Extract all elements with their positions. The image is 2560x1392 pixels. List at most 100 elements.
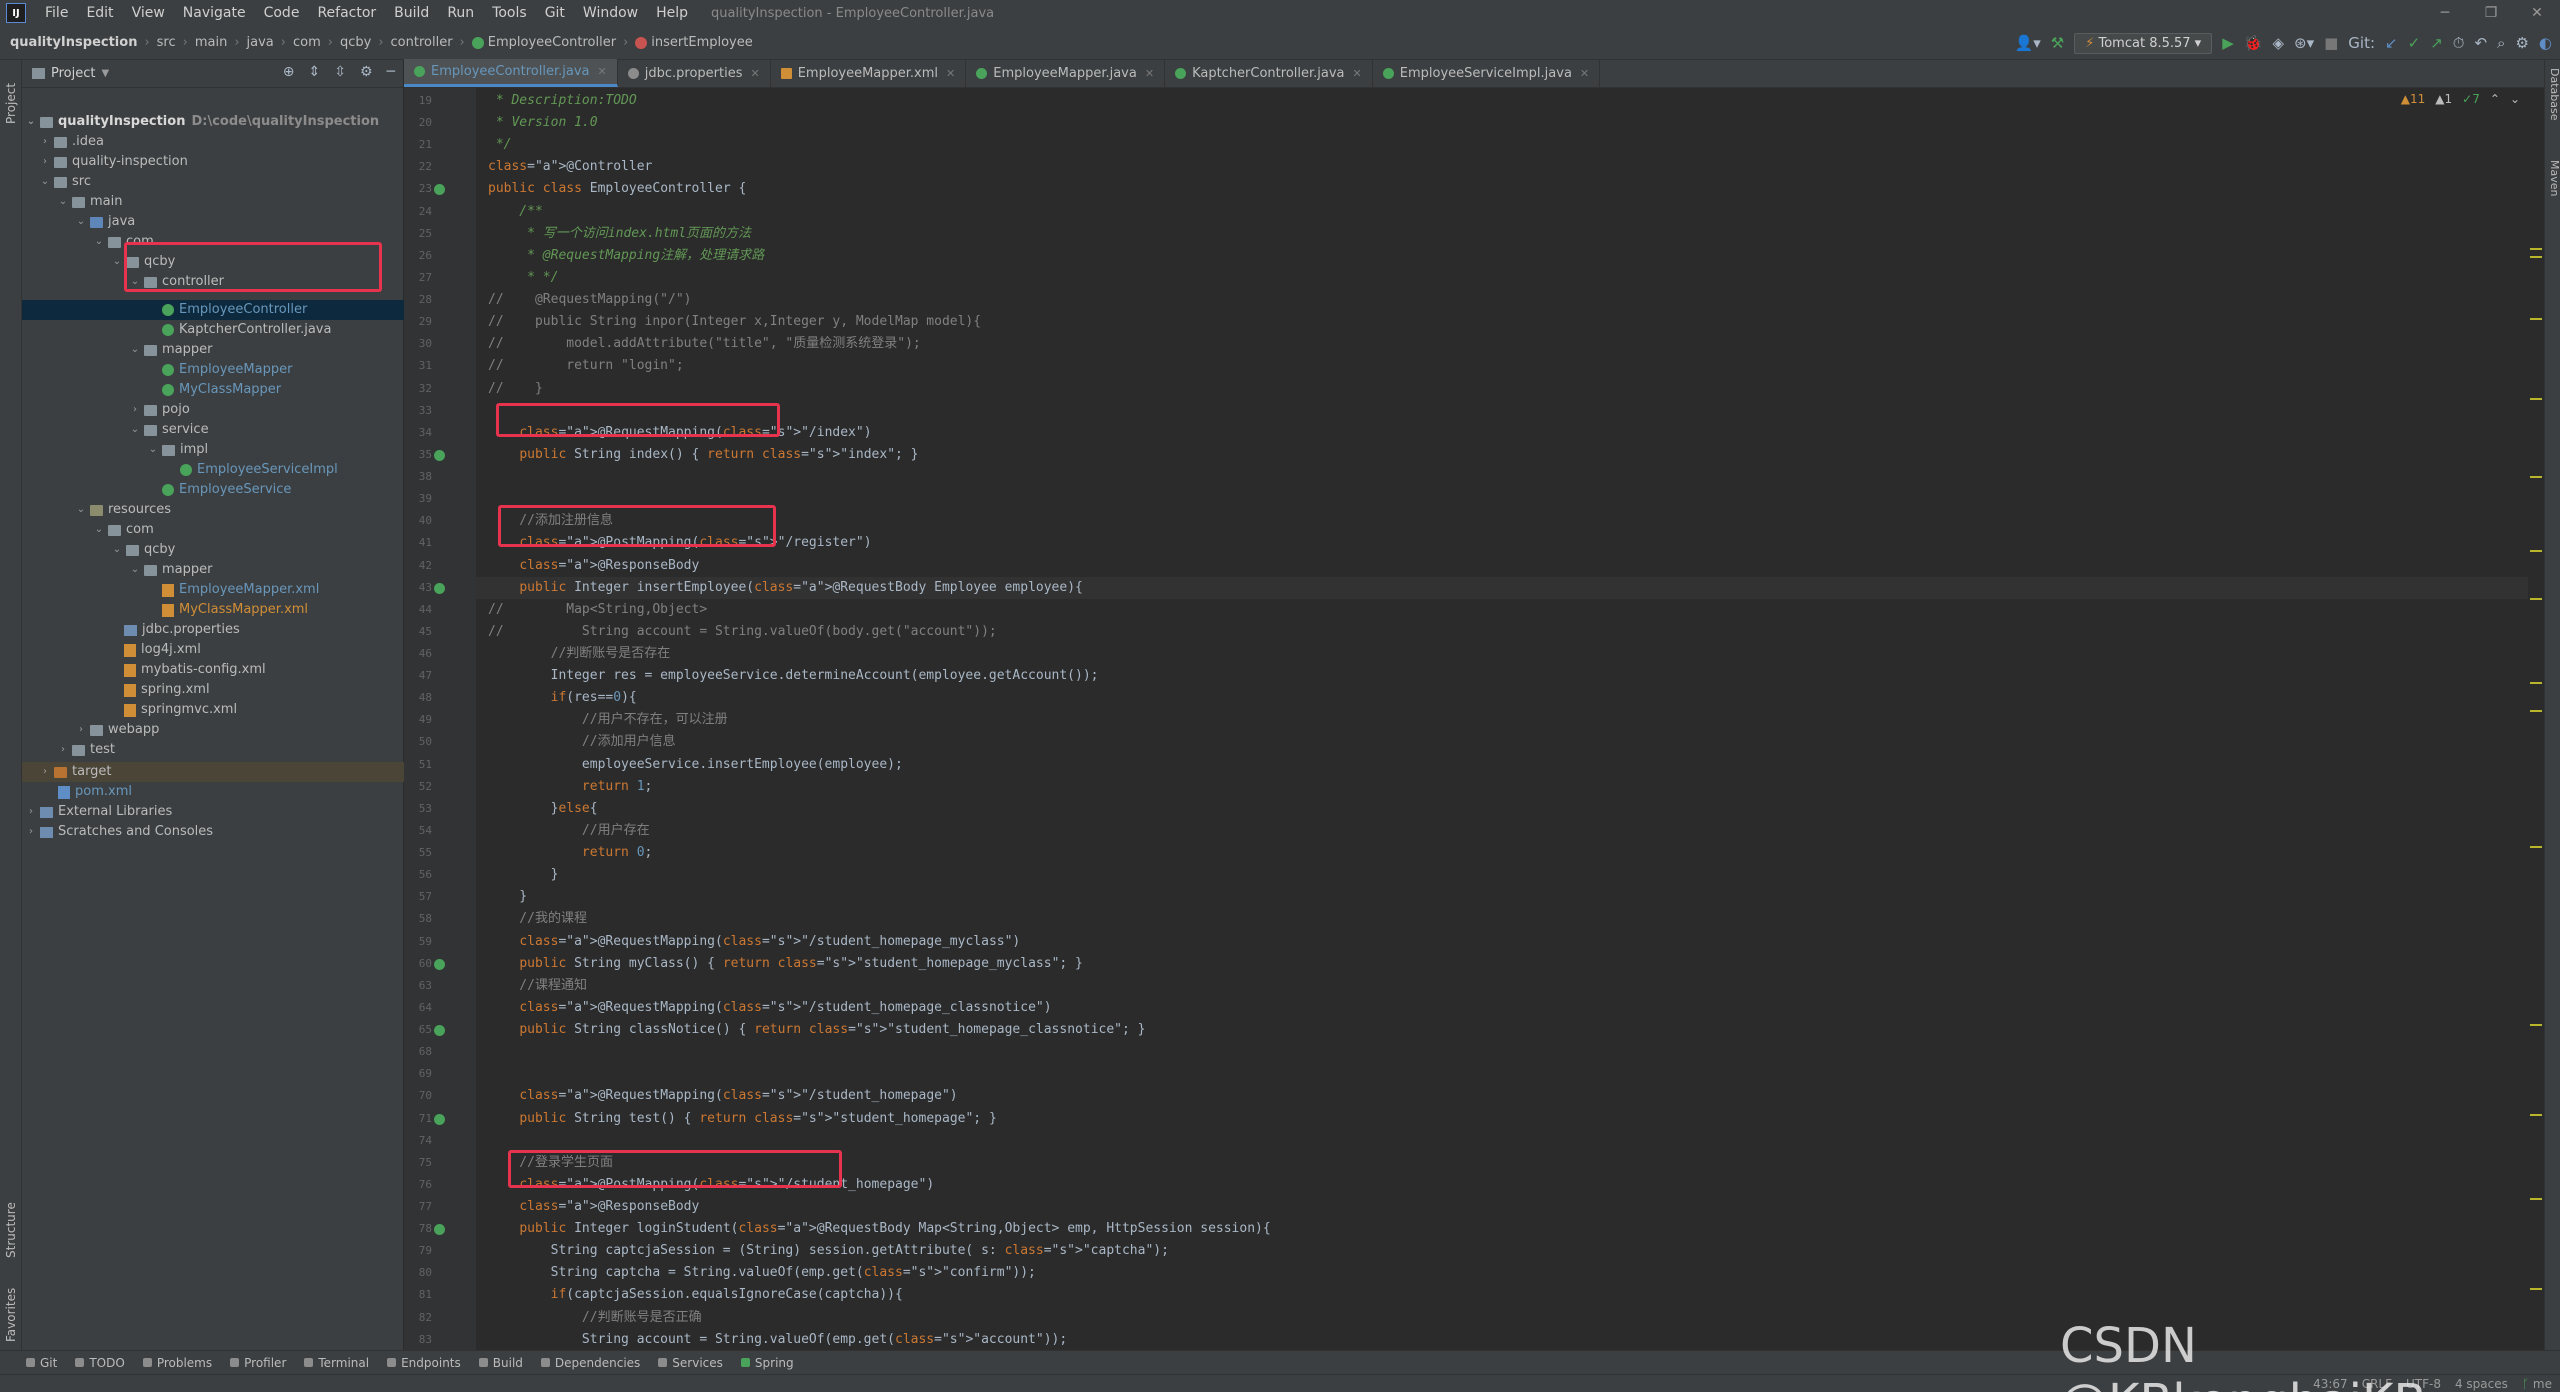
code-line[interactable]: return 1; — [488, 776, 652, 798]
expand-all-icon[interactable]: ⇕ — [309, 64, 321, 80]
hide-icon[interactable]: ─ — [387, 64, 395, 80]
tree-node-employee-mapper-xml[interactable]: EmployeeMapper.xml — [160, 580, 319, 600]
tab-kaptcher-controller[interactable]: KaptcherController.java ✕ — [1165, 59, 1373, 87]
code-line[interactable]: // public String inpor(Integer x,Integer… — [488, 311, 981, 333]
code-line[interactable]: // } — [488, 378, 543, 400]
spring-bean-gutter-icon[interactable] — [434, 1025, 445, 1037]
code-line[interactable]: employeeService.insertEmployee(employee)… — [488, 754, 903, 776]
user-icon[interactable]: 👤▾ — [2015, 34, 2041, 52]
tree-node-myclass-mapper-xml[interactable]: MyClassMapper.xml — [160, 600, 308, 620]
code-line[interactable]: class="a">@ResponseBody — [488, 555, 699, 577]
tree-node-resources[interactable]: ⌄ resources — [74, 500, 171, 520]
code-line[interactable]: class="a">@RequestMapping(class="s">"/st… — [488, 997, 1051, 1019]
code-line[interactable]: } — [488, 864, 559, 886]
tool-tab-structure[interactable]: Structure — [2, 1190, 20, 1270]
spring-bean-gutter-icon[interactable] — [434, 449, 445, 461]
stop-icon[interactable]: ■ — [2324, 34, 2338, 52]
spring-bean-gutter-icon[interactable] — [434, 1113, 445, 1125]
tree-node-scratches[interactable]: › Scratches and Consoles — [24, 822, 213, 842]
breadcrumb-java[interactable]: java — [247, 35, 274, 50]
tree-node-mybatis-config[interactable]: mybatis-config.xml — [122, 660, 266, 680]
tree-node-springmvc-xml[interactable]: springmvc.xml — [122, 700, 237, 720]
tree-node-test[interactable]: › test — [56, 740, 115, 760]
tree-node-src[interactable]: ⌄ src — [38, 172, 91, 192]
breadcrumb-main[interactable]: main — [195, 35, 227, 50]
tree-node-pojo[interactable]: › pojo — [128, 400, 190, 420]
tree-node-jdbc-properties[interactable]: jdbc.properties — [122, 620, 240, 640]
breadcrumb-qcby[interactable]: qcby — [340, 35, 371, 50]
tree-node-external-libraries[interactable]: › External Libraries — [24, 802, 172, 822]
settings-gear-icon[interactable]: ⚙ — [2515, 34, 2528, 52]
menu-view[interactable]: View — [123, 5, 174, 21]
tool-tab-maven[interactable]: Maven — [2545, 160, 2560, 220]
tree-node-spring-xml[interactable]: spring.xml — [122, 680, 210, 700]
git-push-icon[interactable]: ↗ — [2430, 34, 2443, 52]
code-line[interactable]: //课程通知 — [488, 975, 587, 997]
menu-tools[interactable]: Tools — [483, 5, 536, 21]
breadcrumb-class[interactable]: EmployeeController — [488, 35, 616, 50]
tree-node-java[interactable]: ⌄ java — [74, 212, 135, 232]
code-line[interactable]: public String classNotice() { return cla… — [488, 1019, 1145, 1041]
code-line[interactable]: * @RequestMapping注解，处理请求路 — [488, 245, 764, 267]
menu-build[interactable]: Build — [385, 5, 438, 21]
tab-employee-service-impl[interactable]: EmployeeServiceImpl.java ✕ — [1373, 59, 1601, 87]
tree-node-pom[interactable]: pom.xml — [56, 782, 132, 802]
code-line[interactable]: class="a">@RequestMapping(class="s">"/st… — [488, 1085, 957, 1107]
error-stripe[interactable] — [2528, 88, 2544, 1350]
code-line[interactable]: // @RequestMapping("/") — [488, 289, 692, 311]
chevron-down-icon[interactable]: ▼ — [101, 68, 109, 79]
search-icon[interactable]: ⌕ — [2497, 34, 2505, 52]
spring-bean-gutter-icon[interactable] — [434, 958, 445, 970]
tree-node-webapp[interactable]: › webapp — [74, 720, 159, 740]
tool-tab-favorites[interactable]: Favorites — [2, 1275, 20, 1355]
tree-node-myclass-mapper[interactable]: MyClassMapper — [160, 380, 281, 400]
close-icon[interactable]: ✕ — [1580, 67, 1589, 80]
tab-employee-mapper-xml[interactable]: EmployeeMapper.xml ✕ — [771, 59, 967, 87]
debug-icon[interactable]: 🐞 — [2244, 34, 2263, 52]
coverage-icon[interactable]: ◈ — [2272, 34, 2284, 52]
code-line[interactable]: if(res==0){ — [488, 687, 637, 709]
code-line[interactable]: */ — [488, 134, 512, 156]
run-configuration-select[interactable]: ⚡ Tomcat 8.5.57 ▾ — [2074, 32, 2213, 54]
chevron-down-icon[interactable]: ⌄ — [2510, 92, 2520, 106]
tool-tab-terminal[interactable]: Terminal — [304, 1356, 369, 1370]
tool-tab-profiler[interactable]: Profiler — [230, 1356, 286, 1370]
menu-navigate[interactable]: Navigate — [174, 5, 255, 21]
tree-node-project-root[interactable]: ⌄ qualityInspection D:\code\qualityInspect… — [24, 112, 379, 132]
tree-node-main[interactable]: ⌄ main — [56, 192, 123, 212]
profile-icon[interactable]: ⊛▾ — [2294, 34, 2314, 52]
tab-employee-mapper-java[interactable]: EmployeeMapper.java ✕ — [966, 59, 1166, 87]
tree-node-employee-controller[interactable]: EmployeeController — [160, 300, 307, 320]
menu-help[interactable]: Help — [647, 5, 697, 21]
code-line[interactable]: //添加用户信息 — [488, 731, 676, 753]
tool-tab-spring[interactable]: Spring — [740, 1356, 794, 1370]
restore-icon[interactable]: ❐ — [2468, 0, 2514, 26]
code-line[interactable]: //用户存在 — [488, 820, 650, 842]
toolbox-icon[interactable]: ◐ — [2539, 34, 2552, 52]
breadcrumb-src[interactable]: src — [157, 35, 176, 50]
code-line[interactable]: //判断账号是否正确 — [488, 1307, 702, 1329]
tool-tab-services[interactable]: Services — [658, 1356, 723, 1370]
tree-node-target[interactable]: › target — [38, 762, 112, 782]
code-line[interactable]: class="a">@Controller — [488, 156, 652, 178]
code-line[interactable]: //判断账号是否存在 — [488, 643, 671, 665]
close-icon[interactable]: ✕ — [946, 67, 955, 80]
code-line[interactable]: public String index() { return class="s"… — [488, 444, 918, 466]
breadcrumb-com[interactable]: com — [293, 35, 321, 50]
collapse-all-icon[interactable]: ⇳ — [334, 64, 346, 80]
code-line[interactable]: * */ — [488, 267, 558, 289]
spring-bean-gutter-icon[interactable] — [434, 582, 445, 594]
code-line[interactable]: //用户不存在，可以注册 — [488, 709, 728, 731]
code-line[interactable]: // Map<String,Object> — [488, 599, 707, 621]
code-line[interactable]: public class EmployeeController { — [488, 178, 746, 200]
git-update-icon[interactable]: ↙ — [2385, 34, 2398, 52]
tool-tab-project[interactable]: Project — [2, 68, 20, 138]
code-line[interactable]: class="a">@RequestMapping(class="s">"/st… — [488, 931, 1020, 953]
close-icon[interactable]: ✕ — [1353, 67, 1362, 80]
menu-window[interactable]: Window — [574, 5, 647, 21]
menu-file[interactable]: File — [36, 5, 77, 21]
code-line[interactable]: * Version 1.0 — [488, 112, 598, 134]
menu-git[interactable]: Git — [536, 5, 574, 21]
tree-node-employee-mapper[interactable]: EmployeeMapper — [160, 360, 292, 380]
code-line[interactable]: String account = String.valueOf(emp.get(… — [488, 1329, 1067, 1350]
